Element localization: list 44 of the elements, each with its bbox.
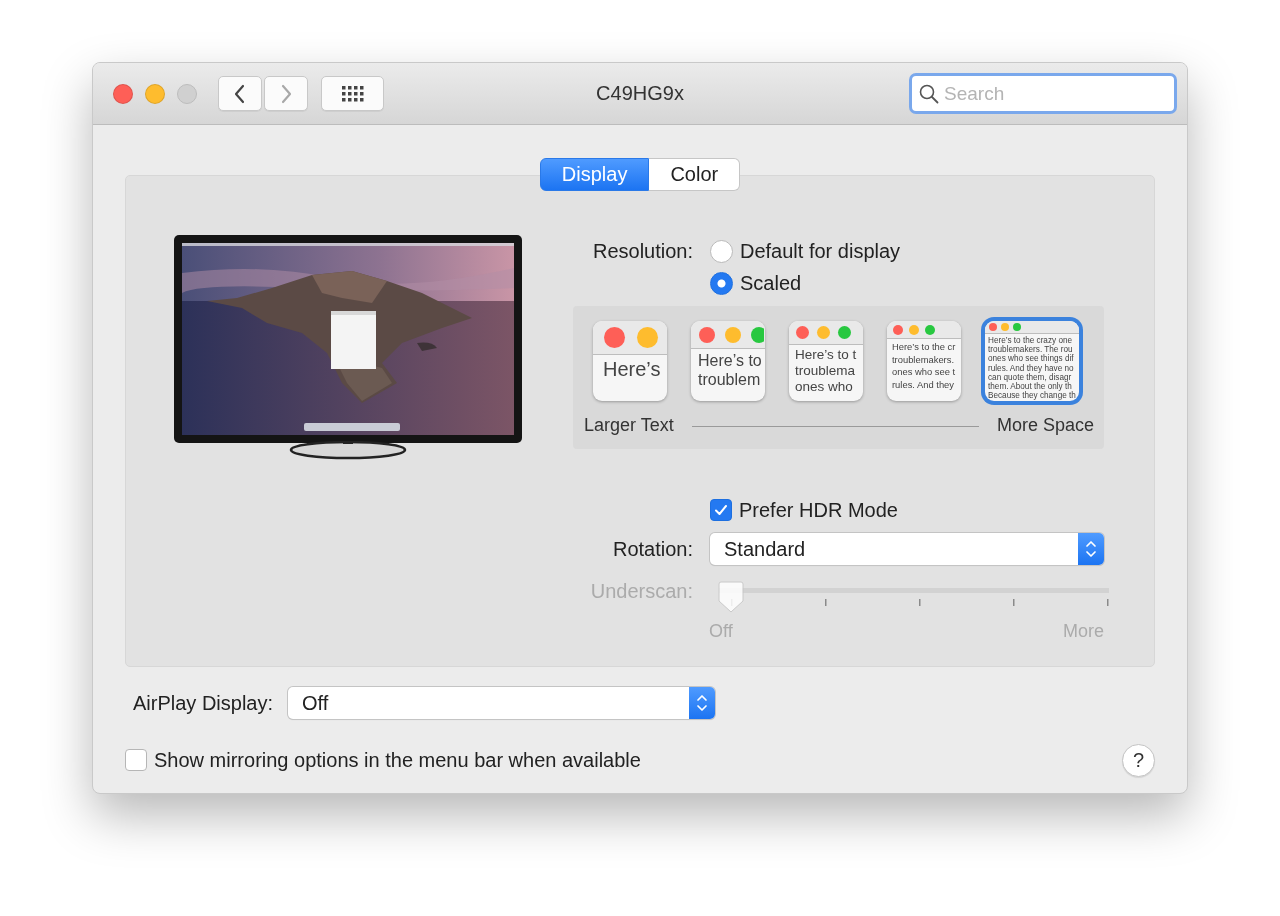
search-field[interactable]: Search [909,73,1177,114]
grid-icon [341,85,364,102]
radio-button[interactable] [710,271,733,295]
radio-label: Scaled [740,271,802,295]
window-buttons-icon [699,326,764,343]
field-label: Resolution: [591,239,693,263]
checkmark-icon [714,504,728,516]
scale-label: Larger Text [584,415,674,436]
checkbox[interactable] [710,499,732,521]
radio-label: Default for display [740,239,901,263]
checkbox-label: Show mirroring options in the menu bar when available [154,748,641,772]
checkbox[interactable] [125,749,147,771]
preview-text: Here’s to the crazy one troublemakers. The rou ones who see things dif rules. And they have no can quote them, disagr them. About the only th Because they change th [987,335,1077,401]
tab[interactable]: Display [539,158,650,191]
window-buttons-icon [796,326,851,339]
field-label: Rotation: [611,537,693,561]
window-title: C49HG9x [595,82,685,105]
dropdown[interactable]: Off [288,687,716,719]
search-icon [919,84,939,104]
show-all-button[interactable] [321,76,384,111]
tab[interactable]: Color [649,158,741,191]
resolution-option[interactable]: Here’s to the cr troublemakers. ones who see t rules. And they [887,321,961,401]
checkbox-label: Prefer HDR Mode [739,498,898,522]
back-button[interactable] [218,76,262,111]
resolution-option[interactable]: Here’s to t troublema ones who [789,321,863,401]
up-down-arrows-icon [696,693,709,713]
help-button[interactable]: ? [1122,743,1155,777]
radio-button[interactable] [710,239,733,263]
resolution-option[interactable]: Here’s to troublem [691,321,765,401]
radio-option[interactable]: Scaled [710,271,802,295]
preview-text: Here’s [602,357,662,381]
preview-text: Here’s to troublem [697,351,763,389]
resolution-option[interactable]: Here’s [593,321,667,401]
preview-text: Here’s to t troublema ones who [794,346,858,395]
dropdown[interactable]: Standard [710,533,1104,565]
scale-label: More Space [996,415,1094,436]
window-close-button[interactable] [113,83,133,104]
field-label: AirPlay Display: [133,691,274,715]
window-minimize-button[interactable] [145,83,165,104]
preview-text: Here’s to the cr troublemakers. ones who see t rules. And they [891,340,957,391]
up-down-arrows-icon [1085,539,1097,559]
radio-option[interactable]: Default for display [710,239,901,263]
window-buttons-icon [893,324,935,335]
window-buttons-icon [989,323,1021,331]
